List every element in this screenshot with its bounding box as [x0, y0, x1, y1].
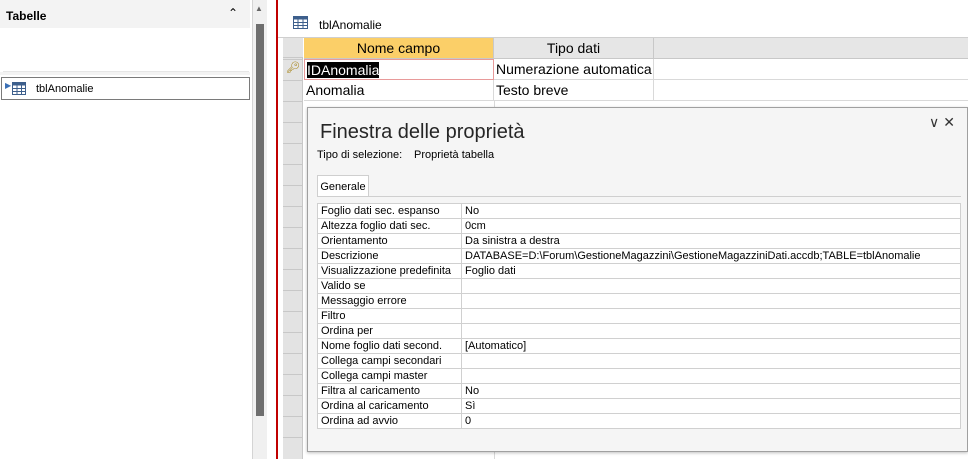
property-value[interactable] — [461, 353, 961, 369]
description-cell[interactable] — [654, 59, 968, 80]
property-sheet: Finestra delle proprietà ∨✕ Tipo di sele… — [307, 107, 968, 452]
chevron-up-icon[interactable]: ⌃ — [226, 6, 240, 20]
pane-gap — [267, 0, 276, 459]
property-row[interactable]: Collega campi secondari — [317, 353, 961, 369]
property-row[interactable]: Filtro — [317, 308, 961, 324]
data-type-cell[interactable]: Testo breve — [494, 80, 654, 101]
property-table: Foglio dati sec. espanso No Altezza fogli… — [317, 203, 961, 429]
property-value[interactable]: Sì — [461, 398, 961, 414]
linked-table-arrow-icon: ▶ — [5, 81, 12, 90]
property-row[interactable]: Nome foglio dati second. [Automatico] — [317, 338, 961, 354]
description-cell[interactable] — [654, 80, 968, 101]
scrollbar-thumb[interactable] — [256, 24, 264, 416]
scroll-up-icon[interactable]: ▲ — [255, 4, 263, 13]
selection-type-value: Proprietà tabella — [414, 149, 495, 161]
property-value[interactable]: Da sinistra a destra — [461, 233, 961, 249]
tab-divider — [317, 196, 961, 197]
nav-search-area[interactable] — [3, 28, 249, 72]
property-name: Collega campi master — [317, 368, 462, 384]
key-icon: 🔑︎ — [286, 62, 300, 74]
property-row[interactable]: Messaggio errore — [317, 293, 961, 309]
table-icon — [12, 82, 26, 98]
property-value[interactable] — [461, 293, 961, 309]
property-row[interactable]: Ordina per — [317, 323, 961, 339]
property-name: Ordina al caricamento — [317, 398, 462, 414]
column-header-description[interactable] — [654, 38, 968, 59]
property-value[interactable]: [Automatico] — [461, 338, 961, 354]
property-name: Filtra al caricamento — [317, 383, 462, 399]
property-row[interactable]: Foglio dati sec. espanso No — [317, 203, 961, 219]
property-value[interactable] — [461, 278, 961, 294]
property-name: Ordina ad avvio — [317, 413, 462, 429]
property-name: Valido se — [317, 278, 462, 294]
data-type-cell[interactable]: Numerazione automatica — [494, 59, 654, 80]
property-row[interactable]: Valido se — [317, 278, 961, 294]
close-icon[interactable]: ✕ — [943, 114, 959, 130]
field-name-cell[interactable]: IDAnomalia — [304, 59, 494, 80]
property-value[interactable]: 0cm — [461, 218, 961, 234]
property-row[interactable]: Altezza foglio dati sec. 0cm — [317, 218, 961, 234]
nav-item-label: tblAnomalie — [36, 83, 94, 95]
field-name-text: IDAnomalia — [307, 62, 380, 78]
property-sheet-controls: ∨✕ — [929, 114, 959, 131]
property-row[interactable]: Ordina ad avvio 0 — [317, 413, 961, 429]
nav-scrollbar[interactable]: ▲ — [253, 0, 267, 459]
property-row[interactable]: Collega campi master — [317, 368, 961, 384]
nav-title: Tabelle — [6, 9, 47, 23]
property-row[interactable]: Descrizione DATABASE=D:\Forum\GestioneMag… — [317, 248, 961, 264]
property-name: Visualizzazione predefinita — [317, 263, 462, 279]
property-value[interactable]: No — [461, 383, 961, 399]
field-name-cell[interactable]: Anomalia — [304, 80, 494, 101]
property-value[interactable]: DATABASE=D:\Forum\GestioneMagazzini\Gest… — [461, 248, 961, 264]
property-value[interactable]: Foglio dati — [461, 263, 961, 279]
property-value[interactable] — [461, 368, 961, 384]
property-row[interactable]: Visualizzazione predefinita Foglio dati — [317, 263, 961, 279]
property-value[interactable] — [461, 323, 961, 339]
chevron-down-icon[interactable]: ∨ — [929, 114, 943, 130]
property-name: Altezza foglio dati sec. — [317, 218, 462, 234]
property-name: Ordina per — [317, 323, 462, 339]
property-value[interactable]: No — [461, 203, 961, 219]
property-name: Foglio dati sec. espanso — [317, 203, 462, 219]
tab-generale[interactable]: Generale — [317, 175, 369, 197]
property-sheet-title: Finestra delle proprietà — [320, 121, 525, 143]
table-icon — [293, 16, 308, 32]
property-row[interactable]: Ordina al caricamento Sì — [317, 398, 961, 414]
nav-divider — [0, 72, 250, 75]
nav-header: Tabelle ⌃ — [0, 0, 250, 28]
property-name: Descrizione — [317, 248, 462, 264]
document-tab[interactable]: tblAnomalie — [278, 8, 968, 38]
property-name: Messaggio errore — [317, 293, 462, 309]
grid-corner[interactable] — [283, 38, 303, 58]
column-header-data-type[interactable]: Tipo dati — [494, 38, 654, 59]
property-row[interactable]: Orientamento Da sinistra a destra — [317, 233, 961, 249]
selection-type-label: Tipo di selezione: — [317, 149, 403, 161]
property-row[interactable]: Filtra al caricamento No — [317, 383, 961, 399]
nav-item-tblanomalie[interactable]: ▶ tblAnomalie — [1, 77, 250, 100]
property-value[interactable]: 0 — [461, 413, 961, 429]
property-name: Filtro — [317, 308, 462, 324]
property-name: Orientamento — [317, 233, 462, 249]
property-value[interactable] — [461, 308, 961, 324]
property-name: Collega campi secondari — [317, 353, 462, 369]
document-tab-label: tblAnomalie — [319, 18, 382, 32]
property-name: Nome foglio dati second. — [317, 338, 462, 354]
navigation-pane: Tabelle ⌃ ▶ tblAnomalie — [0, 0, 253, 459]
row-selector-column[interactable] — [283, 38, 303, 459]
column-header-field-name[interactable]: Nome campo — [304, 38, 494, 59]
